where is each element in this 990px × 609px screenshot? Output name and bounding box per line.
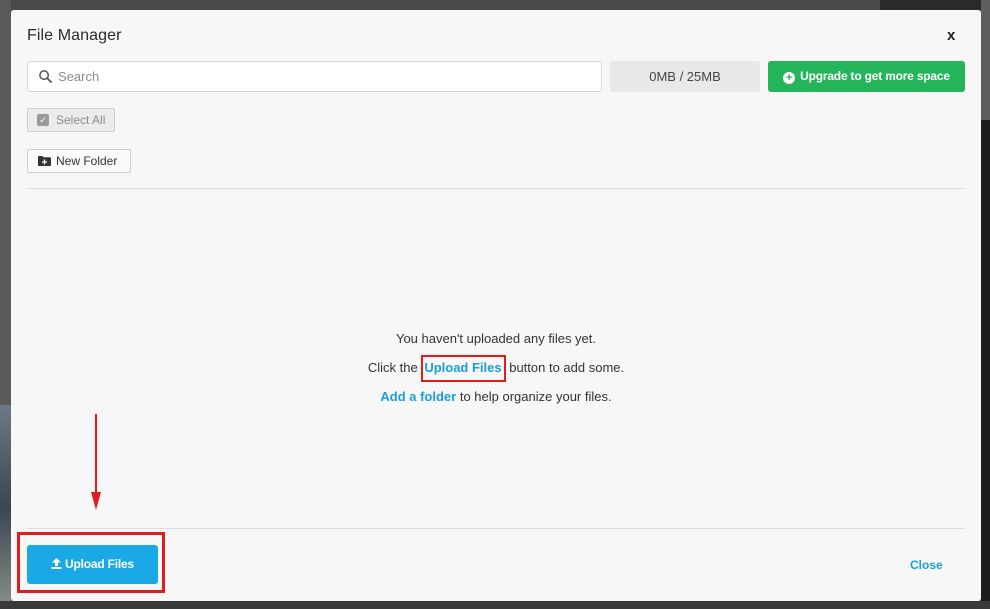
file-manager-modal: File Manager x 0MB / 25MB + Upgrade to ge… xyxy=(11,10,981,601)
highlight-box xyxy=(17,532,165,593)
folder-plus-icon xyxy=(38,156,51,166)
search-field[interactable] xyxy=(27,61,602,92)
background-page-top-right xyxy=(880,0,990,10)
select-all-label: Select All xyxy=(56,113,106,127)
empty-state-text: button to add some. xyxy=(505,360,625,375)
divider xyxy=(27,528,965,529)
close-button[interactable]: Close xyxy=(910,558,943,572)
modal-title: File Manager xyxy=(27,27,122,44)
close-icon[interactable]: x xyxy=(947,27,955,44)
upgrade-button[interactable]: + Upgrade to get more space xyxy=(768,61,965,92)
highlight-box: Upload Files xyxy=(421,355,506,382)
select-all-button[interactable]: ✓ Select All xyxy=(27,108,115,132)
storage-quota: 0MB / 25MB xyxy=(610,61,760,92)
empty-state-text: Click the xyxy=(367,360,422,375)
background-page-bottom xyxy=(0,601,990,609)
empty-state-line-2: Click the Upload Files button to add som… xyxy=(27,355,965,382)
plus-circle-icon: + xyxy=(783,72,796,84)
search-icon xyxy=(39,70,52,83)
new-folder-button[interactable]: New Folder xyxy=(27,149,131,173)
upgrade-button-label: Upgrade to get more space xyxy=(800,69,950,83)
background-page-top xyxy=(0,0,990,10)
background-page-right-dark xyxy=(981,120,990,609)
empty-state-text: to help organize your files. xyxy=(459,389,612,404)
divider xyxy=(27,188,965,189)
new-folder-label: New Folder xyxy=(56,154,118,168)
background-photo xyxy=(0,405,11,609)
add-folder-link[interactable]: Add a folder xyxy=(380,389,456,404)
upload-files-link[interactable]: Upload Files xyxy=(424,360,501,375)
empty-state-line-3: Add a folder to help organize your files… xyxy=(27,389,965,404)
search-input[interactable] xyxy=(58,62,598,91)
checkbox-icon: ✓ xyxy=(37,114,49,126)
arrow-down-icon xyxy=(91,414,101,510)
empty-state-line-1: You haven't uploaded any files yet. xyxy=(395,331,597,346)
